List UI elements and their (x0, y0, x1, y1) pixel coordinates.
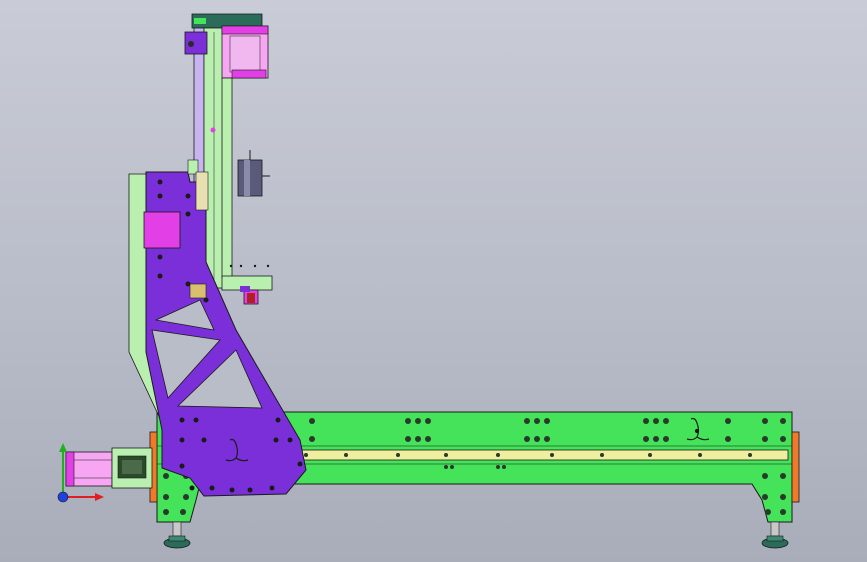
cnc-machine-model[interactable] (0, 0, 867, 562)
z-axis-stepper-motor[interactable] (221, 25, 269, 79)
linear-rail (299, 449, 789, 461)
base-right-end-plate (791, 431, 800, 503)
x-axis-stepper-motor[interactable] (65, 447, 153, 489)
leveling-foot-left (163, 521, 191, 549)
cad-viewport[interactable] (0, 0, 867, 562)
leveling-foot-right (761, 521, 789, 549)
y-axis-motor-face (143, 211, 181, 249)
spindle-cutter[interactable] (237, 150, 270, 197)
